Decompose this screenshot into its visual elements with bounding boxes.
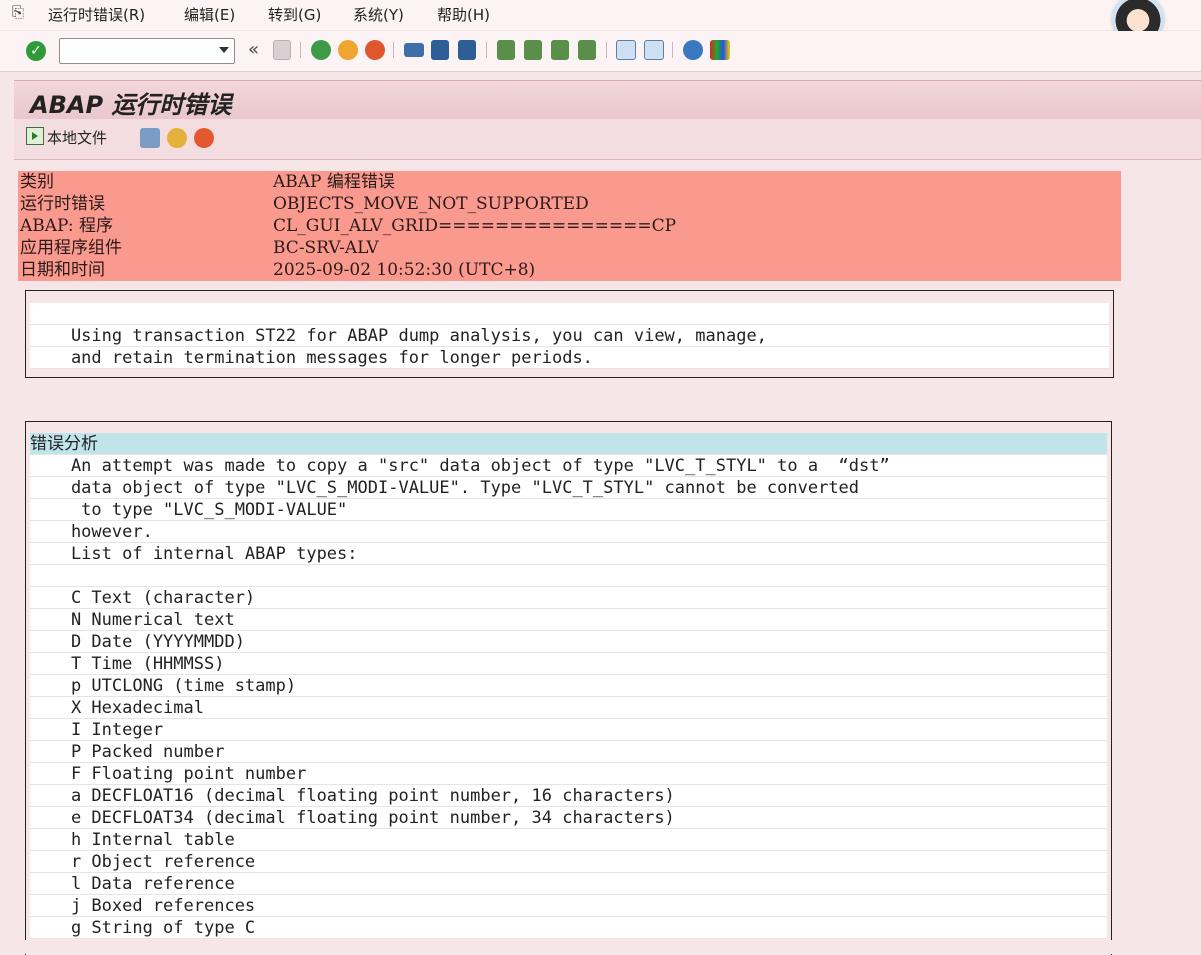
analysis-line: D Date (YYYYMMDD) <box>30 631 1107 653</box>
analysis-line: j Boxed references <box>30 895 1107 917</box>
header-row: 类别 ABAP 编程错误 <box>18 171 1121 193</box>
toolbar-separator <box>300 42 301 58</box>
standard-toolbar: ✓ « <box>0 31 1201 72</box>
header-value: OBJECTS_MOVE_NOT_SUPPORTED <box>273 194 589 214</box>
menu-help[interactable]: 帮助(H) <box>437 4 490 25</box>
analysis-line: List of internal ABAP types: <box>30 543 1107 565</box>
error-analysis-heading: 错误分析 <box>30 433 1107 455</box>
find-next-icon[interactable] <box>458 40 476 60</box>
analysis-line: e DECFLOAT34 (decimal floating point num… <box>30 807 1107 829</box>
menu-edit[interactable]: 编辑(E) <box>184 4 235 25</box>
page-title: ABAP 运行时错误 <box>30 91 232 119</box>
menu-goto[interactable]: 转到(G) <box>268 4 321 25</box>
header-value: BC-SRV-ALV <box>273 238 379 258</box>
header-label: 运行时错误 <box>20 194 105 214</box>
bottom-margin <box>0 940 1201 954</box>
next-page-icon[interactable] <box>551 40 569 60</box>
header-value: CL_GUI_ALV_GRID===============CP <box>273 216 677 236</box>
cancel-icon[interactable] <box>365 40 385 60</box>
local-file-button[interactable]: 本地文件 <box>26 127 107 149</box>
help-icon[interactable] <box>683 40 703 60</box>
header-value: 2025-09-02 10:52:30 (UTC+8) <box>273 260 536 280</box>
analysis-line: g String of type C <box>30 917 1107 939</box>
menu-system[interactable]: 系统(Y) <box>353 4 404 25</box>
back-icon[interactable] <box>311 40 331 60</box>
menu-icon[interactable]: ⎘ <box>12 3 24 21</box>
hint-line <box>30 303 1109 325</box>
customize-layout-icon[interactable] <box>710 40 730 60</box>
collapse-icon[interactable]: « <box>248 39 259 60</box>
previous-page-icon[interactable] <box>524 40 542 60</box>
create-shortcut-icon[interactable] <box>644 40 664 60</box>
analysis-line: l Data reference <box>30 873 1107 895</box>
new-session-icon[interactable] <box>616 40 636 60</box>
analysis-line: I Integer <box>30 719 1107 741</box>
header-row: 运行时错误 OBJECTS_MOVE_NOT_SUPPORTED <box>18 193 1121 215</box>
analysis-line: data object of type "LVC_S_MODI-VALUE". … <box>30 477 1107 499</box>
menu-bar: ⎘ 运行时错误(R) 编辑(E) 转到(G) 系统(Y) 帮助(H) <box>0 0 1201 42</box>
print-icon[interactable] <box>404 43 424 57</box>
analysis-line: T Time (HHMMSS) <box>30 653 1107 675</box>
st22-hint-box: Using transaction ST22 for ABAP dump ana… <box>25 290 1114 378</box>
header-row: 日期和时间 2025-09-02 10:52:30 (UTC+8) <box>18 259 1121 281</box>
analysis-line: F Floating point number <box>30 763 1107 785</box>
header-value: ABAP 编程错误 <box>273 172 395 192</box>
debugger-icon[interactable] <box>194 128 214 148</box>
header-table: 类别 ABAP 编程错误 运行时错误 OBJECTS_MOVE_NOT_SUPP… <box>18 171 1121 281</box>
toolbar-separator <box>486 42 487 58</box>
menu-runtime-error[interactable]: 运行时错误(R) <box>48 4 145 25</box>
analysis-line: X Hexadecimal <box>30 697 1107 719</box>
chevron-down-icon[interactable] <box>219 47 229 53</box>
analysis-line: N Numerical text <box>30 609 1107 631</box>
enter-check-icon[interactable]: ✓ <box>26 41 46 61</box>
analysis-line <box>30 565 1107 587</box>
hint-line: Using transaction ST22 for ABAP dump ana… <box>30 325 1109 347</box>
header-row: ABAP: 程序 CL_GUI_ALV_GRID===============C… <box>18 215 1121 237</box>
toolbar-separator <box>393 42 394 58</box>
analysis-line: to type "LVC_S_MODI-VALUE" <box>30 499 1107 521</box>
application-toolbar: 本地文件 <box>14 119 1201 160</box>
analysis-line: C Text (character) <box>30 587 1107 609</box>
analysis-line: p UTCLONG (time stamp) <box>30 675 1107 697</box>
error-analysis-box: 错误分析 An attempt was made to copy a "src"… <box>25 421 1112 955</box>
database-icon[interactable] <box>140 128 160 148</box>
header-label: 类别 <box>20 172 54 192</box>
first-page-icon[interactable] <box>497 40 515 60</box>
find-icon[interactable] <box>431 40 449 60</box>
hint-line: and retain termination messages for long… <box>30 347 1109 369</box>
analysis-line: however. <box>30 521 1107 543</box>
users-icon[interactable] <box>167 128 187 148</box>
save-icon[interactable] <box>273 40 291 60</box>
header-label: 应用程序组件 <box>20 238 122 258</box>
command-field[interactable] <box>59 38 235 64</box>
export-icon <box>26 127 44 145</box>
analysis-line: P Packed number <box>30 741 1107 763</box>
title-bar: ABAP 运行时错误 <box>14 80 1201 119</box>
header-row: 应用程序组件 BC-SRV-ALV <box>18 237 1121 259</box>
local-file-label: 本地文件 <box>47 129 108 147</box>
analysis-line: h Internal table <box>30 829 1107 851</box>
toolbar-separator <box>606 42 607 58</box>
last-page-icon[interactable] <box>578 40 596 60</box>
header-label: ABAP: 程序 <box>20 216 114 236</box>
header-label: 日期和时间 <box>20 260 105 280</box>
analysis-line: a DECFLOAT16 (decimal floating point num… <box>30 785 1107 807</box>
analysis-line: An attempt was made to copy a "src" data… <box>30 455 1107 477</box>
analysis-line: r Object reference <box>30 851 1107 873</box>
exit-icon[interactable] <box>338 40 358 60</box>
toolbar-separator <box>672 42 673 58</box>
